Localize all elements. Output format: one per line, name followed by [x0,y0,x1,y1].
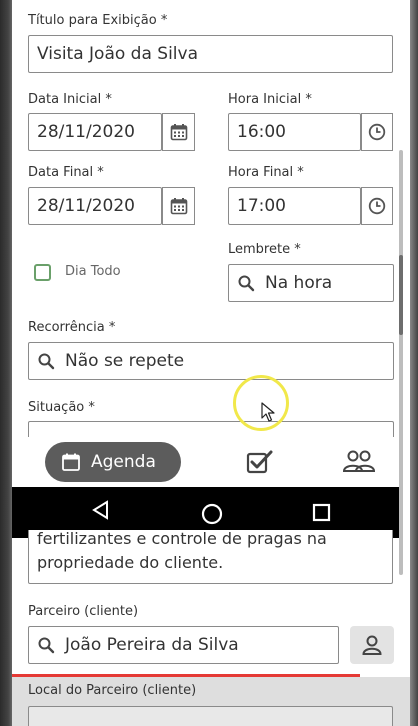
device-bezel-right [410,0,418,726]
status-label: Situação * [28,400,95,415]
description-line-1: fertilizantes e controle de pragas na [37,530,327,548]
clock-icon [368,123,386,141]
reminder-select[interactable]: Na hora [228,264,394,302]
partner-select[interactable]: João Pereira da Silva [28,626,339,664]
end-time-input[interactable]: 17:00 [228,187,361,225]
home-icon [201,503,223,525]
end-time-clock-button[interactable] [361,187,393,225]
start-time-input[interactable]: 16:00 [228,113,361,151]
nav-agenda-label: Agenda [91,452,156,472]
end-date-input[interactable]: 28/11/2020 [28,187,162,225]
end-date-calendar-button[interactable] [162,187,195,225]
calendar-icon [170,198,187,215]
display-title-label: Título para Exibição * [28,13,168,28]
end-time-label: Hora Final * [228,165,304,180]
calendar-icon [170,124,187,141]
system-home-button[interactable] [200,502,224,530]
partner-location-select[interactable] [28,706,393,726]
search-icon [38,637,55,654]
start-time-value: 16:00 [237,122,286,142]
end-date-value: 28/11/2020 [37,196,135,216]
partner-value: João Pereira da Silva [65,635,239,655]
description-line-2: propriedade do cliente. [37,553,224,572]
nav-tasks-button[interactable] [246,450,274,478]
people-icon [342,450,376,472]
mouse-pointer-icon [261,402,275,426]
recurrence-label: Recorrência * [28,320,116,335]
nav-contacts-button[interactable] [342,449,376,479]
scrollbar-thumb[interactable] [399,255,403,335]
display-title-value: Visita João da Silva [37,44,199,64]
partner-contact-button[interactable] [350,626,394,664]
nav-agenda-button[interactable]: Agenda [45,442,181,482]
start-time-clock-button[interactable] [361,113,393,151]
checkbox-icon [246,450,273,474]
start-date-value: 28/11/2020 [37,122,135,142]
recurrence-value: Não se repete [65,351,185,371]
search-icon [238,275,255,292]
display-title-input[interactable]: Visita João da Silva [28,35,393,73]
end-date-label: Data Final * [28,165,104,180]
description-textarea[interactable]: fertilizantes e controle de pragas na pr… [28,530,393,584]
partner-label: Parceiro (cliente) [28,604,139,619]
search-icon [38,353,55,370]
system-back-button[interactable] [90,500,112,524]
device-bezel-left [0,0,12,726]
calendar-icon [62,453,80,471]
all-day-label[interactable]: Dia Todo [65,264,121,279]
partner-location-label: Local do Parceiro (cliente) [28,683,197,698]
app-screen: Título para Exibição * Visita João da Si… [0,0,418,726]
all-day-checkbox[interactable] [34,264,51,281]
start-date-label: Data Inicial * [28,92,112,107]
recents-icon [312,503,331,522]
recurrence-select[interactable]: Não se repete [28,342,394,380]
end-time-value: 17:00 [237,196,286,216]
system-recents-button[interactable] [312,503,332,527]
reminder-value: Na hora [265,273,333,293]
start-date-calendar-button[interactable] [162,113,195,151]
reminder-label: Lembrete * [228,242,301,257]
start-date-input[interactable]: 28/11/2020 [28,113,162,151]
scrollbar-track[interactable] [399,150,403,575]
back-icon [92,500,108,520]
clock-icon [368,197,386,215]
start-time-label: Hora Inicial * [228,92,312,107]
person-icon [362,635,382,655]
